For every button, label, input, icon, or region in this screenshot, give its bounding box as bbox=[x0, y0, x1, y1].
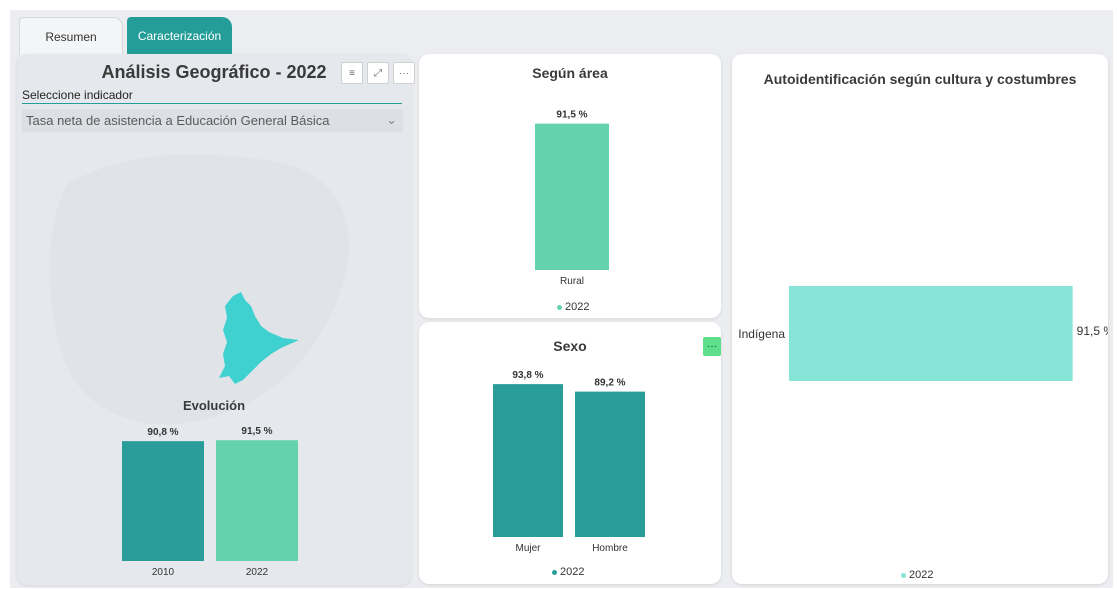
area-panel: Según área 91,5 % Rural 2022 bbox=[419, 54, 721, 318]
legend-dot bbox=[552, 569, 557, 575]
data-label: 93,8 % bbox=[512, 370, 543, 381]
data-label: 89,2 % bbox=[594, 378, 625, 389]
category-label: Mujer bbox=[515, 543, 541, 554]
tab-resumen[interactable]: Resumen bbox=[19, 17, 123, 55]
data-label: 91,5 % bbox=[1077, 324, 1108, 338]
category-label: 2010 bbox=[152, 567, 175, 578]
data-label: 90,8 % bbox=[147, 427, 178, 438]
legend-dot bbox=[901, 572, 906, 578]
category-label: Hombre bbox=[592, 543, 628, 554]
bar bbox=[216, 440, 298, 561]
sexo-chart: 93,8 % Mujer 89,2 % Hombre bbox=[493, 370, 645, 554]
data-label: 91,5 % bbox=[556, 110, 587, 121]
category-label: Indígena bbox=[738, 327, 785, 341]
bar bbox=[535, 123, 609, 270]
auto-legend[interactable]: 2022 bbox=[901, 569, 933, 581]
bar bbox=[493, 384, 563, 537]
category-label: Rural bbox=[560, 276, 584, 287]
category-label: 2022 bbox=[246, 567, 269, 578]
bar bbox=[575, 391, 645, 537]
area-legend[interactable]: 2022 bbox=[557, 301, 589, 313]
bar bbox=[789, 286, 1073, 381]
auto-legend-label: 2022 bbox=[909, 569, 934, 581]
area-legend-label: 2022 bbox=[565, 301, 590, 313]
tab-caracterizacion[interactable]: Caracterización bbox=[127, 17, 232, 55]
evolucion-chart: 90,8 % 2010 91,5 % 2022 bbox=[122, 426, 298, 578]
area-chart: 91,5 % Rural bbox=[535, 110, 609, 287]
auto-panel: Autoidentificación según cultura y costu… bbox=[732, 54, 1108, 584]
legend-dot bbox=[557, 304, 562, 310]
sexo-panel: Sexo 93,8 % Mujer 89,2 % Hombre 2022 bbox=[419, 322, 721, 584]
more-options-button[interactable]: ··· bbox=[703, 337, 721, 356]
sexo-legend-label: 2022 bbox=[560, 566, 585, 578]
auto-chart: Indígena 91,5 % bbox=[738, 286, 1108, 381]
bar bbox=[122, 441, 204, 561]
sexo-legend[interactable]: 2022 bbox=[552, 566, 584, 578]
geo-panel: Análisis Geográfico - 2022 ≡ ⤢ ··· Selec… bbox=[17, 54, 415, 585]
data-label: 91,5 % bbox=[241, 426, 272, 437]
